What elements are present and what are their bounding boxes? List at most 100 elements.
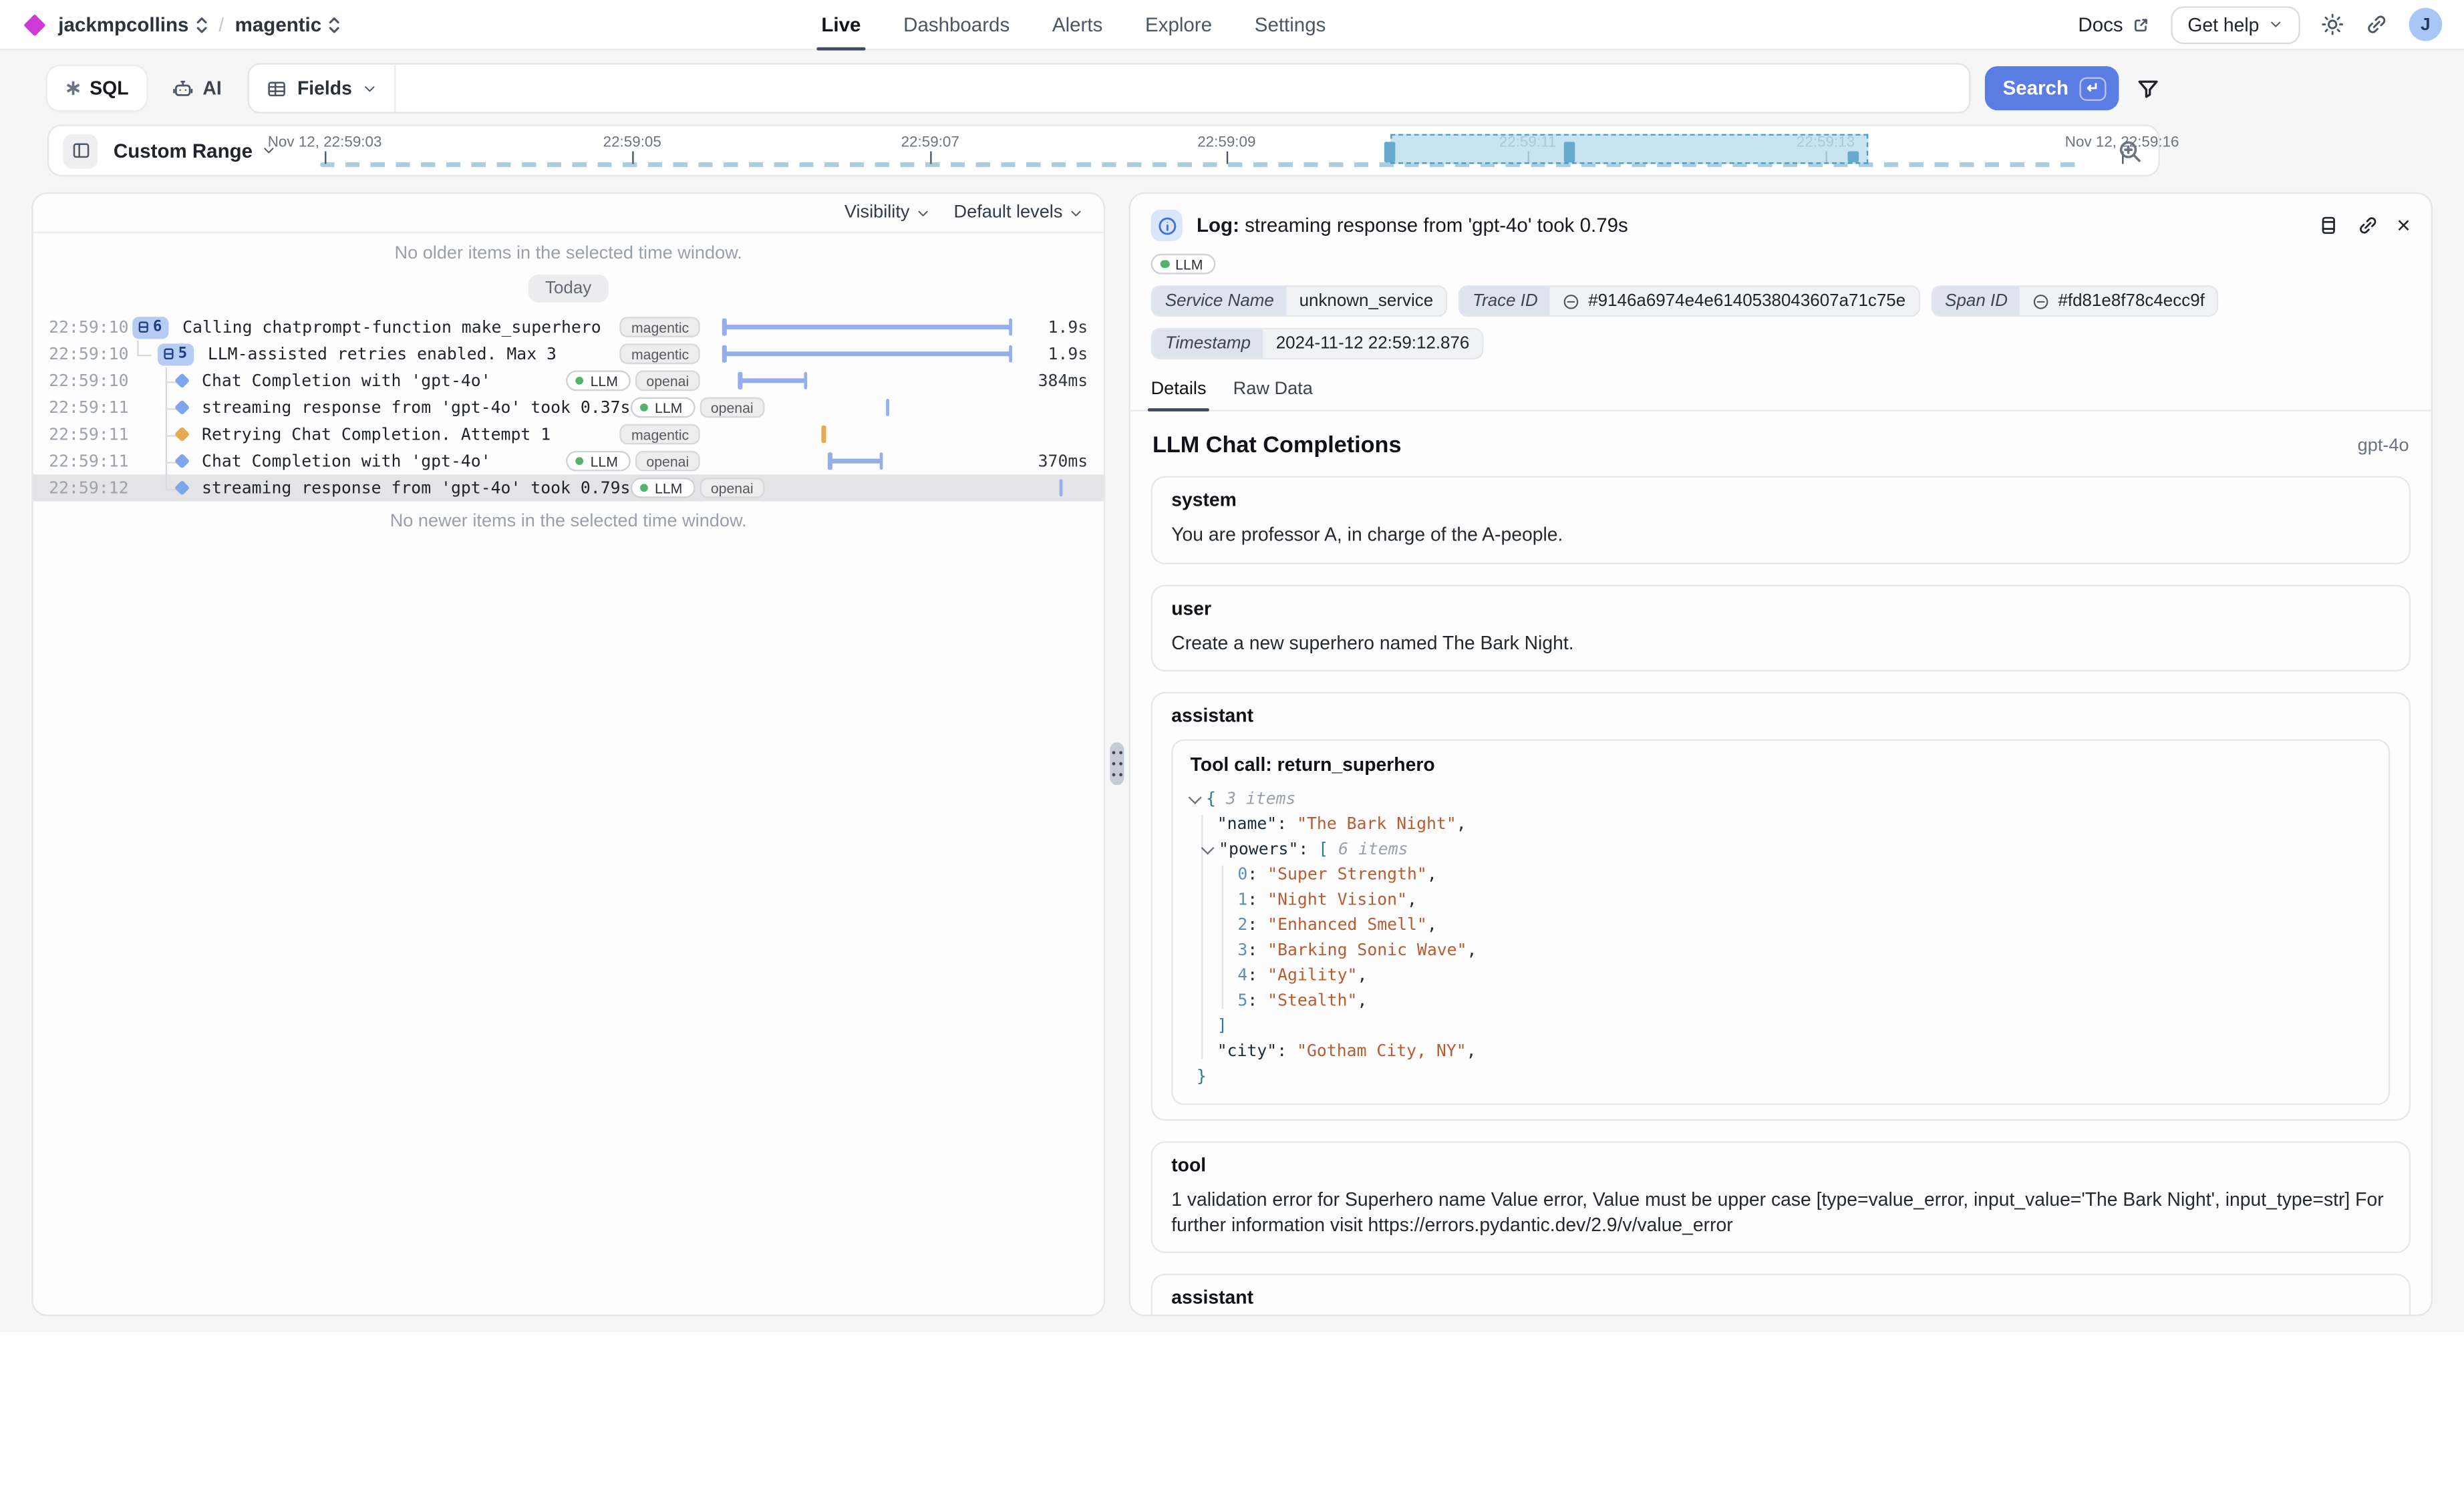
close-panel-icon[interactable]: × [2397, 214, 2411, 237]
json-line: 3: "Barking Sonic Wave", [1191, 938, 2371, 963]
link-icon [2033, 293, 2050, 310]
magnifier-plus-icon [2117, 139, 2143, 164]
info-icon [1151, 210, 1183, 241]
expand-view-icon[interactable] [2318, 214, 2340, 236]
timestamp-chip[interactable]: Timestamp 2024-11-12 22:59:12.876 [1151, 328, 1484, 359]
zoom-in-button[interactable] [2117, 139, 2143, 164]
log-row[interactable]: 22:59:11Chat Completion with 'gpt-4o'LLM… [33, 448, 1104, 474]
tab-live[interactable]: Live [821, 0, 861, 49]
tab-explore[interactable]: Explore [1145, 0, 1212, 49]
json-line: 0: "Super Strength", [1191, 862, 2371, 888]
json-string: "Night Vision" [1267, 890, 1407, 909]
json-comma: , [1467, 1042, 1477, 1061]
json-tree: { 3 items"name": "The Bark Night","power… [1191, 786, 2371, 1089]
log-detail-panel: Log: streaming response from 'gpt-4o' to… [1129, 192, 2433, 1316]
log-row-message: LLM-assisted retries enabled. Max 3 [208, 345, 557, 363]
no-newer-items-text: No newer items in the selected time wind… [33, 512, 1104, 531]
detail-meta-row-1: Service Name unknown_service Trace ID #9… [1130, 285, 2431, 317]
log-row[interactable]: 22:59:11Retrying Chat Completion. Attemp… [33, 421, 1104, 448]
query-input[interactable] [396, 65, 1970, 112]
visibility-dropdown[interactable]: Visibility [844, 203, 930, 222]
tab-settings[interactable]: Settings [1255, 0, 1326, 49]
chevron-down-icon [916, 206, 930, 220]
panels: Visibility Default levels No older items… [31, 192, 2433, 1316]
json-colon: : [1247, 966, 1267, 985]
timeline-selection[interactable] [1390, 134, 1868, 164]
message-role: user [1171, 597, 2390, 619]
tab-dashboards[interactable]: Dashboards [903, 0, 1010, 49]
breadcrumb: jackmpcollins / magentic [22, 13, 340, 35]
panel-splitter[interactable] [1105, 192, 1128, 1316]
collapse-caret-icon[interactable] [1189, 790, 1202, 804]
json-index: 5 [1237, 991, 1247, 1010]
log-row[interactable]: 22:59:106Calling chatprompt-function mak… [33, 314, 1104, 341]
nav-actions: Docs Get help J [2078, 5, 2442, 43]
sql-mode-button[interactable]: ∗ SQL [47, 66, 146, 110]
detail-title: Log: streaming response from 'gpt-4o' to… [1197, 214, 1628, 236]
tree-connector [137, 354, 151, 355]
theme-toggle-button[interactable] [2320, 13, 2344, 36]
link-icon [2365, 13, 2389, 36]
chevron-up-down-icon [328, 15, 341, 33]
tag-openai: openai [635, 451, 700, 472]
log-row[interactable]: 22:59:11streaming response from 'gpt-4o'… [33, 394, 1104, 421]
collapse-badge[interactable]: 5 [158, 343, 194, 365]
json-key: "name" [1217, 815, 1277, 834]
collapse-caret-icon[interactable] [1201, 840, 1215, 854]
json-colon: : [1247, 941, 1267, 960]
copy-link-icon[interactable] [2357, 214, 2379, 236]
log-list-header: Visibility Default levels [33, 194, 1104, 233]
collapse-count: 5 [178, 345, 188, 363]
log-row[interactable]: 22:59:105LLM-assisted retries enabled. M… [33, 341, 1104, 367]
duration-bar-zone [711, 314, 1018, 341]
ai-label: AI [202, 77, 221, 100]
event-tick-bar [1059, 479, 1063, 496]
llm-tag: LLM [566, 371, 631, 391]
json-line: ] [1191, 1013, 2371, 1039]
trace-id-chip[interactable]: Trace ID #9146a6974e4e6140538043607a71c7… [1458, 285, 1920, 317]
log-row[interactable]: 22:59:10Chat Completion with 'gpt-4o'LLM… [33, 367, 1104, 394]
llm-tag: LLM [566, 451, 631, 472]
collapse-badge[interactable]: 6 [132, 316, 168, 338]
event-diamond-icon [174, 454, 190, 469]
detail-tab-details[interactable]: Details [1151, 380, 1207, 410]
detail-content: LLM Chat Completions gpt-4o systemYou ar… [1130, 411, 2431, 1316]
search-button[interactable]: Search ↵ [1986, 66, 2119, 110]
llm-badge-label: LLM [1175, 256, 1203, 272]
log-row-message: streaming response from 'gpt-4o' took 0.… [202, 478, 630, 497]
llm-tag: LLM [630, 397, 695, 418]
org-name: jackmpcollins [58, 13, 188, 35]
json-bracket: { [1206, 790, 1226, 808]
dataset-switcher[interactable]: magentic [235, 13, 341, 35]
json-comma: , [1456, 815, 1467, 834]
get-help-button[interactable]: Get help [2170, 5, 2300, 43]
search-label: Search [2003, 77, 2068, 100]
span-id-chip[interactable]: Span ID #fd81e8f78c4ecc9f [1931, 285, 2219, 317]
filter-button[interactable] [2136, 76, 2159, 100]
detail-badges: LLM [1130, 249, 2431, 285]
ai-mode-button[interactable]: AI [160, 66, 233, 110]
log-row[interactable]: 22:59:12streaming response from 'gpt-4o'… [33, 474, 1104, 501]
tab-alerts[interactable]: Alerts [1052, 0, 1102, 49]
log-row-tags: LLMopenai [566, 451, 700, 472]
tree-connector [166, 474, 167, 488]
json-string: "Barking Sonic Wave" [1267, 941, 1467, 960]
toggle-sidebar-button[interactable] [63, 133, 98, 168]
default-levels-dropdown[interactable]: Default levels [954, 203, 1084, 222]
docs-link[interactable]: Docs [2078, 13, 2149, 35]
service-name-chip[interactable]: Service Name unknown_service [1151, 285, 1448, 317]
splitter-drag-handle-icon[interactable] [1110, 742, 1124, 785]
time-range-button[interactable]: Custom Range [114, 140, 277, 162]
section-title: LLM Chat Completions [1152, 434, 1402, 459]
today-badge[interactable]: Today [528, 275, 609, 303]
fields-button[interactable]: Fields [249, 65, 396, 112]
user-avatar[interactable]: J [2409, 8, 2443, 41]
detail-tab-raw-data[interactable]: Raw Data [1233, 380, 1313, 410]
query-toolbar: ∗ SQL AI Fields [47, 65, 2160, 112]
log-row-message: Retrying Chat Completion. Attempt 1 [202, 425, 551, 444]
timeline-axis[interactable]: Nov 12, 22:59:0322:59:0522:59:0722:59:09… [285, 126, 2089, 175]
share-link-button[interactable] [2365, 13, 2389, 36]
org-switcher[interactable]: jackmpcollins [58, 13, 207, 35]
json-indent-guide [1201, 815, 1203, 1059]
json-line: "powers": [ 6 items [1191, 837, 2371, 862]
